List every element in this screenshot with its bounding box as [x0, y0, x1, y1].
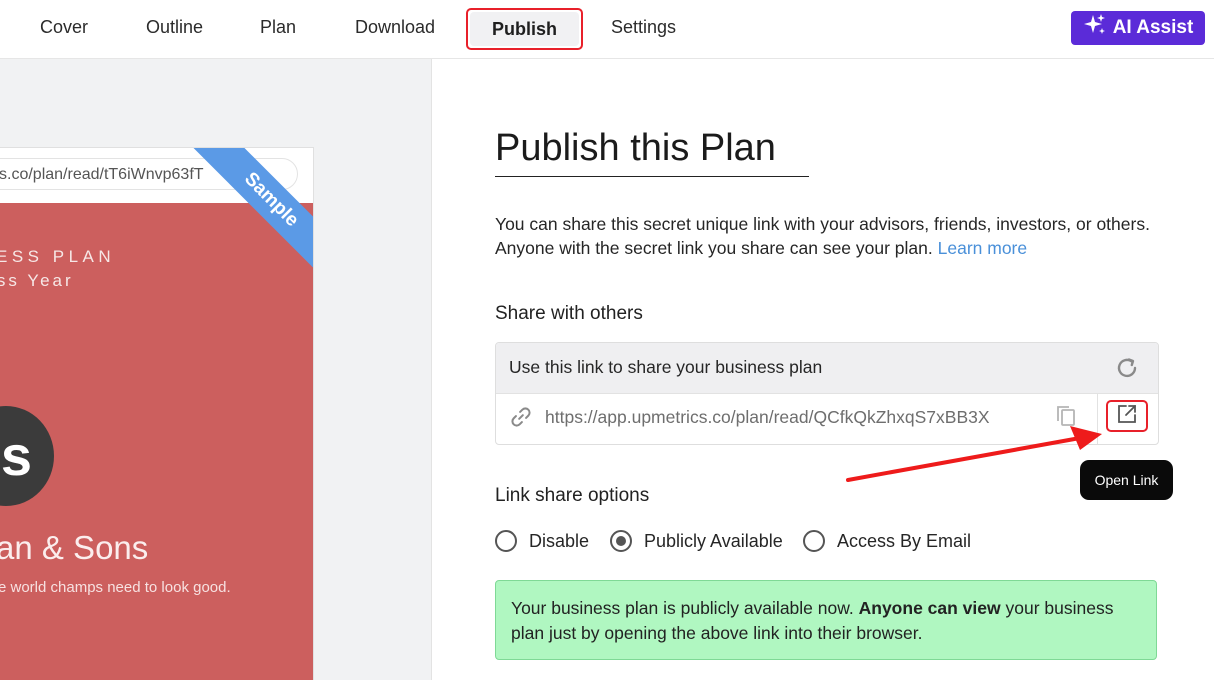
tab-download[interactable]: Download — [355, 8, 435, 46]
notice-text-1: Your business plan is publicly available… — [511, 598, 859, 618]
tab-plan[interactable]: Plan — [260, 8, 296, 46]
page-title: Publish this Plan — [495, 127, 776, 169]
cover-heading: INESS PLAN — [0, 247, 116, 266]
notice-bold-text: Anyone can view — [858, 598, 1001, 618]
radio-publicly-available[interactable]: Publicly Available — [610, 530, 783, 552]
publish-status-notice: Your business plan is publicly available… — [495, 580, 1157, 660]
top-nav: Cover Outline Plan Download Publish Sett… — [0, 0, 1214, 59]
radio-access-by-email-circle[interactable] — [803, 530, 825, 552]
options-heading: Link share options — [495, 485, 650, 506]
tab-publish-label: Publish — [470, 12, 580, 46]
company-tagline: e world champs need to look good. — [0, 579, 231, 596]
cover-subheading: ness Year — [0, 271, 74, 290]
radio-publicly-available-label: Publicly Available — [644, 530, 783, 551]
description-text: You can share this secret unique link wi… — [495, 214, 1150, 258]
tab-cover[interactable]: Cover — [40, 8, 88, 46]
share-heading: Share with others — [495, 303, 643, 324]
sparkles-icon — [1083, 13, 1107, 43]
ai-assist-label: AI Assist — [1112, 17, 1194, 38]
tab-publish[interactable]: Publish — [466, 8, 584, 50]
share-box-header-text: Use this link to share your business pla… — [509, 357, 823, 377]
refresh-icon[interactable] — [1115, 356, 1139, 385]
preview-browser-frame: s.co/plan/read/tT6iWnvp63fT INESS PLAN n… — [0, 147, 314, 680]
learn-more-link[interactable]: Learn more — [938, 238, 1028, 258]
title-underline — [495, 176, 809, 177]
external-link-icon — [1117, 404, 1137, 429]
radio-disable-label: Disable — [529, 530, 590, 551]
sample-ribbon: Sample — [183, 148, 313, 278]
ai-assist-button[interactable]: AI Assist — [1071, 11, 1205, 45]
open-link-tooltip: Open Link — [1080, 460, 1173, 500]
radio-access-by-email-label: Access By Email — [837, 530, 972, 551]
radio-access-by-email[interactable]: Access By Email — [803, 530, 971, 552]
link-icon — [510, 406, 532, 433]
radio-disable[interactable]: Disable — [495, 530, 589, 552]
open-link-button[interactable] — [1106, 400, 1148, 432]
radio-disable-circle[interactable] — [495, 530, 517, 552]
company-logo: s — [0, 406, 54, 506]
tab-settings[interactable]: Settings — [611, 8, 676, 46]
tab-outline[interactable]: Outline — [146, 8, 203, 46]
sample-ribbon-label: Sample — [187, 148, 313, 278]
company-name: an & Sons — [0, 529, 149, 566]
share-box-header: Use this link to share your business pla… — [496, 343, 1158, 394]
radio-publicly-available-circle[interactable] — [610, 530, 632, 552]
annotation-arrow — [846, 426, 1102, 482]
plan-preview-pane: s.co/plan/read/tT6iWnvp63fT INESS PLAN n… — [0, 59, 432, 680]
publish-description: You can share this secret unique link wi… — [495, 212, 1175, 260]
